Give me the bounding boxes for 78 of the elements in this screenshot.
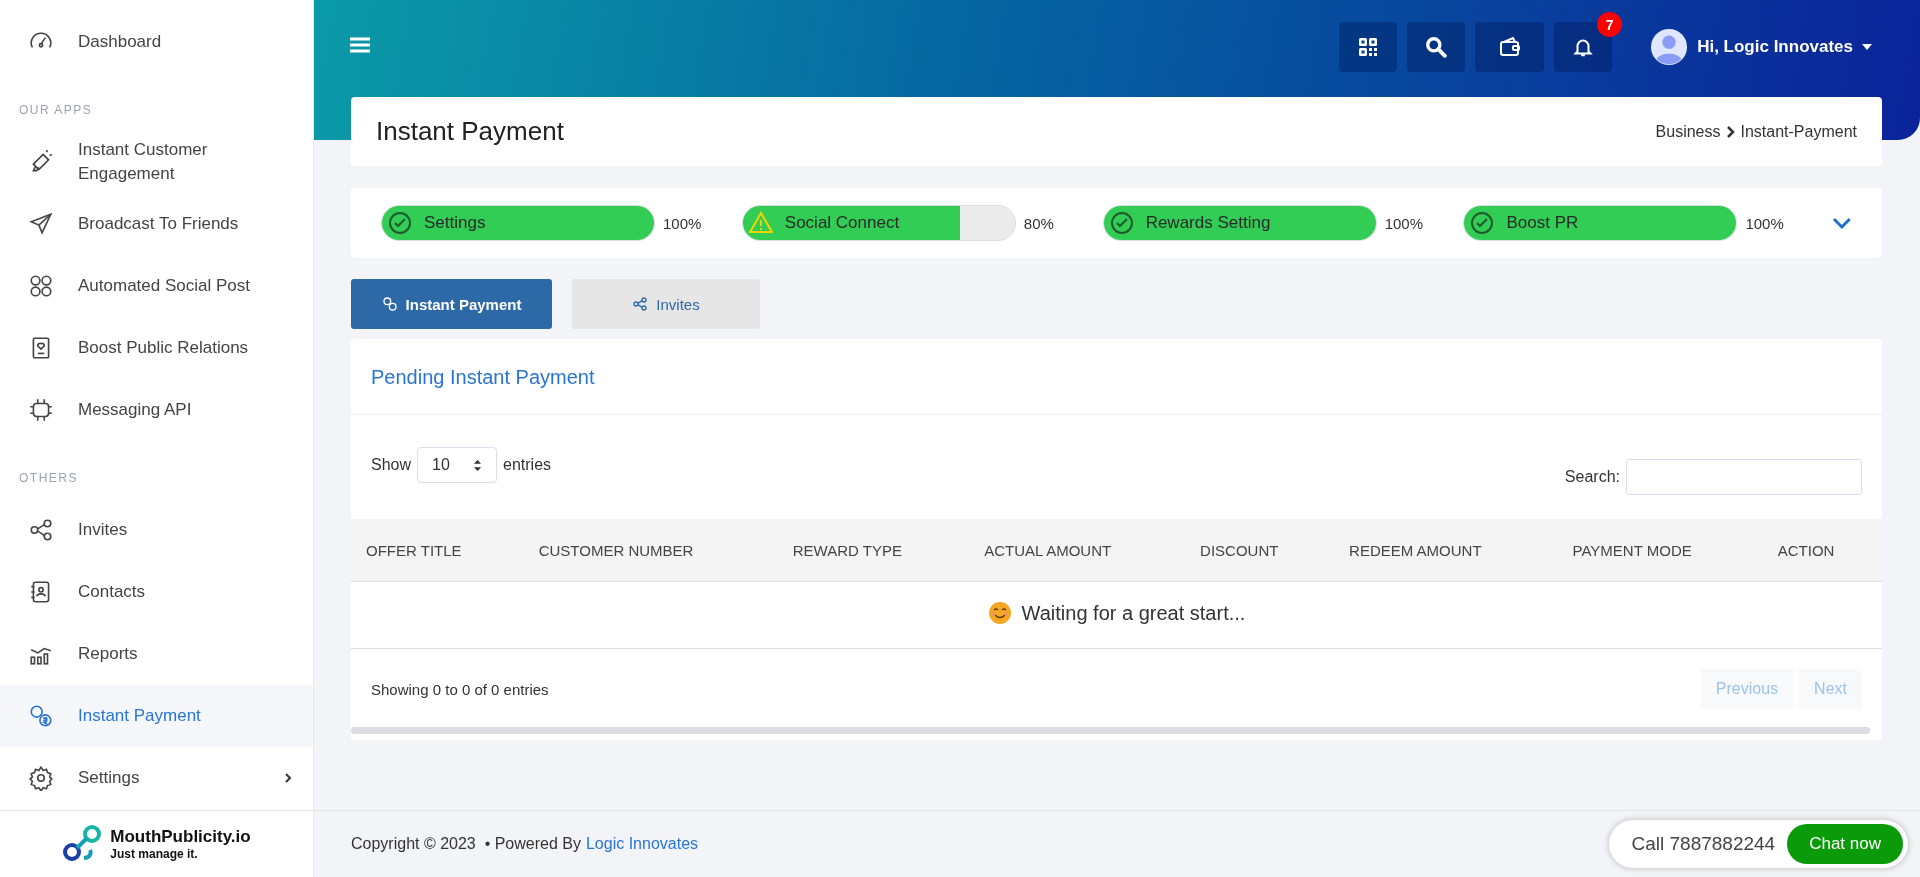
sidebar-item[interactable]: Broadcast To Friends bbox=[0, 193, 313, 255]
sidebar-item[interactable]: Dashboard bbox=[0, 11, 313, 73]
user-menu[interactable]: Hi, Logic Innovates bbox=[1650, 28, 1872, 66]
company-link[interactable]: Logic Innovates bbox=[585, 835, 699, 853]
progress-label: Rewards Setting bbox=[1145, 213, 1271, 233]
progress-percent: 100% bbox=[1745, 214, 1784, 232]
search-field[interactable] bbox=[1626, 459, 1862, 495]
section-heading: OUR APPS bbox=[18, 102, 94, 119]
scrollbar[interactable] bbox=[351, 727, 1870, 734]
check-circle-icon bbox=[1109, 211, 1134, 235]
sidebar-item[interactable]: Messaging API bbox=[0, 379, 313, 441]
share-nodes-icon bbox=[632, 296, 649, 312]
gear-icon bbox=[28, 765, 54, 791]
sidebar-item[interactable]: Contacts bbox=[0, 561, 313, 623]
notification-count: 7 bbox=[1597, 12, 1623, 37]
empty-message: Waiting for a great start... bbox=[1021, 601, 1246, 625]
brand-name: MouthPublicity.io bbox=[110, 827, 251, 847]
column-header[interactable]: PAYMENT MODE bbox=[1557, 519, 1763, 582]
chevron-down-icon[interactable] bbox=[1832, 217, 1852, 229]
show-label: Show bbox=[371, 456, 412, 474]
progress-percent: 100% bbox=[1384, 214, 1423, 232]
search-label: Search: bbox=[1564, 468, 1620, 486]
progress-label: Social Connect bbox=[784, 213, 900, 233]
wallet-button[interactable] bbox=[1475, 22, 1545, 72]
table-title: Pending Instant Payment bbox=[351, 339, 1882, 415]
caret-icon bbox=[1862, 44, 1872, 50]
currency-exchange-icon bbox=[381, 296, 398, 312]
sidebar-item[interactable]: Reports bbox=[0, 623, 313, 685]
social-circles-icon bbox=[28, 273, 54, 299]
progress-percent: 100% bbox=[663, 214, 702, 232]
smiley-icon bbox=[987, 601, 1012, 625]
progress-label: Settings bbox=[424, 213, 486, 233]
wallet-icon bbox=[1497, 35, 1522, 59]
chat-button[interactable]: Chat now bbox=[1787, 824, 1903, 864]
qr-code-button[interactable] bbox=[1339, 22, 1398, 72]
page-size-select[interactable]: 10 bbox=[417, 447, 498, 483]
column-header[interactable]: DISCOUNT bbox=[1185, 519, 1335, 582]
brand-tagline: Just manage it. bbox=[110, 847, 199, 861]
column-header[interactable]: CUSTOMER NUMBER bbox=[523, 519, 778, 582]
share-nodes-icon bbox=[28, 517, 54, 543]
tab[interactable]: Invites bbox=[572, 279, 760, 329]
currency-exchange-icon bbox=[28, 703, 54, 729]
entries-label: entries bbox=[503, 456, 552, 474]
tab[interactable]: Instant Payment bbox=[351, 279, 552, 329]
breadcrumb-item: Business bbox=[1655, 122, 1721, 141]
phone-number: Call 7887882244 bbox=[1631, 833, 1776, 855]
menu-button[interactable] bbox=[350, 37, 370, 56]
search-icon bbox=[1425, 36, 1448, 58]
progress-label: Boost PR bbox=[1506, 213, 1579, 233]
sidebar-item[interactable]: Instant Payment bbox=[0, 685, 313, 747]
logo-icon bbox=[62, 824, 103, 864]
breadcrumb-item: Instant-Payment bbox=[1740, 122, 1857, 141]
sidebar-item[interactable]: Boost Public Relations bbox=[0, 317, 313, 379]
column-header[interactable]: ACTION bbox=[1762, 519, 1882, 582]
sidebar-item[interactable]: Automated Social Post bbox=[0, 255, 313, 317]
qr-code-icon bbox=[1358, 37, 1379, 57]
page-title: Instant Payment bbox=[376, 116, 564, 147]
column-header[interactable]: REDEEM AMOUNT bbox=[1334, 519, 1558, 582]
sidebar-item[interactable]: Invites bbox=[0, 499, 313, 561]
column-header[interactable]: REWARD TYPE bbox=[777, 519, 970, 582]
check-circle-icon bbox=[1470, 211, 1495, 235]
sort-arrows-icon bbox=[473, 458, 483, 472]
section-heading: OTHERS bbox=[18, 470, 79, 487]
copyright-text: Copyright © 2023 • Powered By bbox=[351, 835, 581, 853]
entries-info: Showing 0 to 0 of 0 entries bbox=[371, 680, 549, 698]
progress-percent: 80% bbox=[1023, 214, 1054, 232]
check-circle-icon bbox=[388, 211, 412, 235]
sidebar-item[interactable]: Settings bbox=[0, 747, 313, 809]
chevron-icon bbox=[1726, 125, 1735, 138]
search-button[interactable] bbox=[1407, 22, 1466, 72]
sidebar-item[interactable]: Instant Customer Engagement bbox=[0, 131, 313, 193]
avatar-icon bbox=[1650, 28, 1689, 66]
column-header[interactable]: ACTUAL AMOUNT bbox=[969, 519, 1186, 582]
chip-icon bbox=[28, 397, 54, 423]
paper-plane-icon bbox=[28, 211, 54, 237]
column-header[interactable]: OFFER TITLE bbox=[351, 519, 524, 582]
warning-icon bbox=[748, 211, 773, 235]
notifications-button[interactable] bbox=[1554, 22, 1613, 72]
